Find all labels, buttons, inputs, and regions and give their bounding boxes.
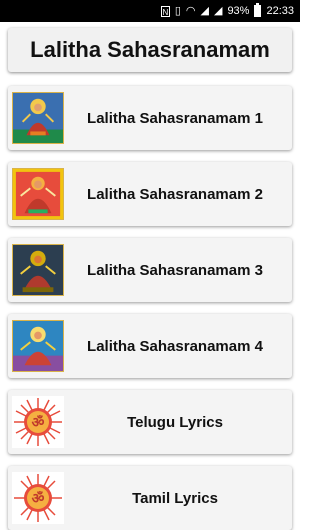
om-icon: ॐ (12, 396, 64, 448)
svg-text:ॐ: ॐ (32, 490, 45, 507)
list-item-sahasranamam-4[interactable]: Lalitha Sahasranamam 4 (8, 314, 292, 378)
list-item-tamil-lyrics[interactable]: ॐ Tamil Lyrics (8, 466, 292, 530)
list-item-sahasranamam-3[interactable]: Lalitha Sahasranamam 3 (8, 238, 292, 302)
list-item-sahasranamam-2[interactable]: Lalitha Sahasranamam 2 (8, 162, 292, 226)
list-item-telugu-lyrics[interactable]: ॐ Telugu Lyrics (8, 390, 292, 454)
list-item-label: Telugu Lyrics (127, 413, 223, 431)
svg-text:ॐ: ॐ (32, 414, 45, 431)
page-title: Lalitha Sahasranamam (8, 28, 292, 72)
goddess-image-1 (12, 92, 64, 144)
battery-icon (254, 3, 262, 17)
list-item-sahasranamam-1[interactable]: Lalitha Sahasranamam 1 (8, 86, 292, 150)
signal-icon-2: ◢ (213, 5, 223, 17)
vibrate-icon: ▯ (174, 5, 181, 17)
list-item-label: Tamil Lyrics (132, 489, 218, 507)
list-item-label: Lalitha Sahasranamam 3 (87, 261, 263, 279)
clock: 22:33 (266, 5, 294, 17)
goddess-image-3 (12, 244, 64, 296)
battery-percent: 93% (227, 5, 250, 17)
list-item-label: Lalitha Sahasranamam 1 (87, 109, 263, 127)
signal-icon: ◢ (200, 5, 209, 17)
status-bar: N ▯ ◠ ◢ ◢ 93% 22:33 (0, 0, 300, 22)
nfc-icon: N (160, 5, 170, 17)
goddess-image-2 (12, 168, 64, 220)
list-item-label: Lalitha Sahasranamam 4 (87, 337, 263, 355)
list-item-label: Lalitha Sahasranamam 2 (87, 185, 263, 203)
wifi-icon: ◠ (185, 5, 196, 17)
goddess-image-4 (12, 320, 64, 372)
om-icon: ॐ (12, 472, 64, 524)
